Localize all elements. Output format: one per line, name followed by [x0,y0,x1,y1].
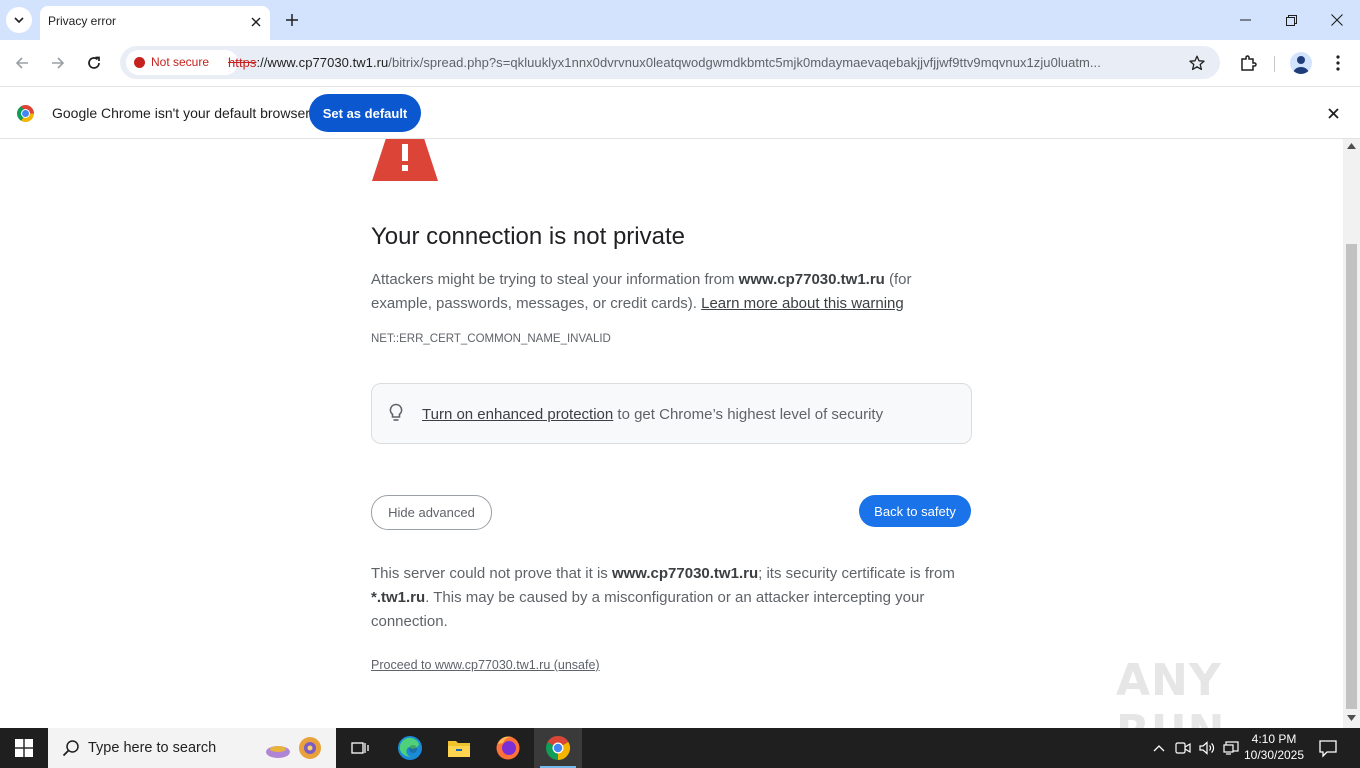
details-text-3: . This may be caused by a misconfigurati… [371,589,925,630]
scroll-up-icon[interactable] [1347,143,1356,149]
enhanced-protection-rest: to get Chrome’s highest level of securit… [613,406,884,423]
url-path: /bitrix/spread.php?s=qkluuklyx1nnx0dvrvn… [388,55,1101,70]
reload-icon[interactable] [80,49,108,77]
page-title: Your connection is not private [371,223,685,250]
task-view-icon[interactable] [336,728,384,768]
search-highlight-icon [266,737,321,759]
tab-search-icon[interactable] [6,7,32,33]
scroll-down-icon[interactable] [1347,715,1356,721]
address-bar[interactable]: Not secure https://www.cp77030.tw1.ru/bi… [120,46,1220,79]
default-browser-infobar: Google Chrome isn't your default browser… [0,86,1360,139]
infobar-message: Google Chrome isn't your default browser [52,105,310,121]
interstitial-page: Your connection is not private Attackers… [0,139,1343,728]
windows-taskbar: Type here to search 4:10 PM 10/30/2025 [0,728,1360,768]
tab-strip: Privacy error [0,0,1360,40]
learn-more-link[interactable]: Learn more about this warning [701,295,904,312]
proceed-unsafe-link[interactable]: Proceed to www.cp77030.tw1.ru (unsafe) [371,658,600,672]
url-text[interactable]: https://www.cp77030.tw1.ru/bitrix/spread… [228,55,1101,70]
infobar-close-icon[interactable] [1323,103,1343,123]
close-icon[interactable] [246,12,266,32]
notification-icon[interactable] [1318,738,1338,758]
enhanced-protection-box: Turn on enhanced protection to get Chrom… [371,383,972,444]
error-code[interactable]: NET::ERR_CERT_COMMON_NAME_INVALID [371,333,611,345]
volume-icon[interactable] [1198,739,1216,757]
meet-now-icon[interactable] [1174,739,1192,757]
warning-triangle-icon [372,139,438,181]
explain-host: www.cp77030.tw1.ru [738,271,885,288]
minimize-icon[interactable] [1222,0,1268,40]
search-placeholder: Type here to search [88,740,217,756]
back-to-safety-button[interactable]: Back to safety [859,495,971,527]
not-secure-icon [134,57,145,68]
page-scrollbar[interactable] [1343,139,1360,728]
hide-advanced-button[interactable]: Hide advanced [371,495,492,530]
firefox-icon[interactable] [484,728,532,768]
details-cert: *.tw1.ru [371,589,426,606]
scroll-thumb[interactable] [1346,244,1357,709]
url-scheme: https [228,55,257,70]
lightbulb-icon [389,403,403,421]
tab-privacy-error[interactable]: Privacy error [40,6,270,40]
browser-toolbar: Not secure https://www.cp77030.tw1.ru/bi… [0,40,1360,86]
explain-text: Attackers might be trying to steal your … [371,271,739,288]
edge-icon[interactable] [386,728,434,768]
toolbar-separator [1274,56,1275,72]
anyrun-watermark: ANY RUN [1116,655,1224,728]
profile-icon[interactable] [1288,50,1314,76]
enhanced-protection-link[interactable]: Turn on enhanced protection [422,406,613,423]
clock-time: 4:10 PM [1251,732,1297,746]
tab-title: Privacy error [48,14,117,28]
chrome-icon[interactable] [534,728,582,768]
url-host: ://www.cp77030.tw1.ru [256,55,389,70]
kebab-menu-icon[interactable] [1325,50,1351,76]
restore-icon[interactable] [1268,0,1314,40]
extensions-icon[interactable] [1235,50,1261,76]
details-paragraph: This server could not prove that it is w… [371,562,971,634]
details-host: www.cp77030.tw1.ru [611,565,759,582]
enhanced-protection-text: Turn on enhanced protection to get Chrom… [422,406,883,423]
avatar [1290,52,1312,74]
back-icon[interactable] [8,49,36,77]
windows-logo-icon[interactable] [0,728,48,768]
system-clock[interactable]: 4:10 PM 10/30/2025 [1238,731,1310,763]
file-explorer-icon[interactable] [435,728,483,768]
search-icon [62,740,79,757]
window-close-icon[interactable] [1314,0,1360,40]
clock-date: 10/30/2025 [1243,748,1305,762]
star-icon[interactable] [1186,52,1208,74]
plus-icon[interactable] [281,9,303,31]
security-chip[interactable]: Not secure [126,50,238,75]
taskbar-search-box[interactable]: Type here to search [48,728,336,768]
details-text-2: ; its security certificate is from [758,565,955,582]
chevron-up-icon[interactable] [1150,739,1168,757]
security-chip-label: Not secure [151,55,210,69]
forward-icon[interactable] [44,49,72,77]
chrome-logo-icon [17,105,34,122]
explanation-paragraph: Attackers might be trying to steal your … [371,268,971,316]
details-text-1: This server could not prove that it is [371,565,612,582]
set-as-default-button[interactable]: Set as default [309,94,421,132]
